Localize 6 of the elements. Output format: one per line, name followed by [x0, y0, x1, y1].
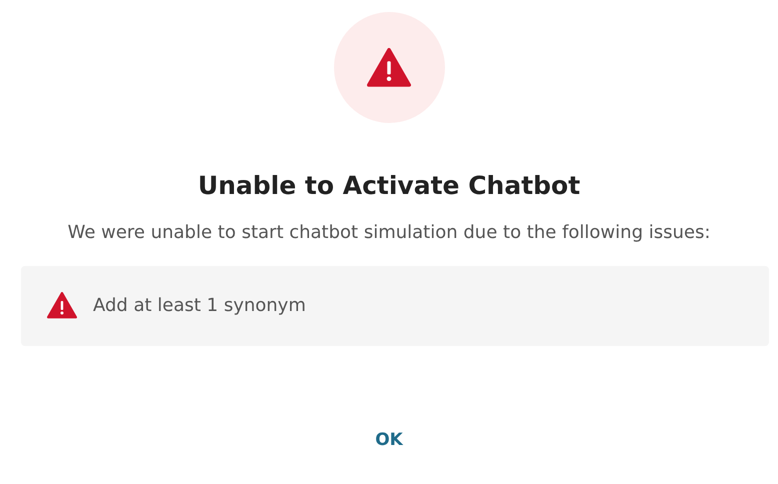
warning-icon	[367, 48, 411, 87]
issue-text: Add at least 1 synonym	[93, 294, 306, 318]
dialog-message: We were unable to start chatbot simulation due to the following issues:	[68, 220, 710, 244]
warning-icon	[47, 292, 77, 319]
ok-button[interactable]: OK	[363, 424, 415, 457]
dialog-title: Unable to Activate Chatbot	[198, 170, 580, 202]
